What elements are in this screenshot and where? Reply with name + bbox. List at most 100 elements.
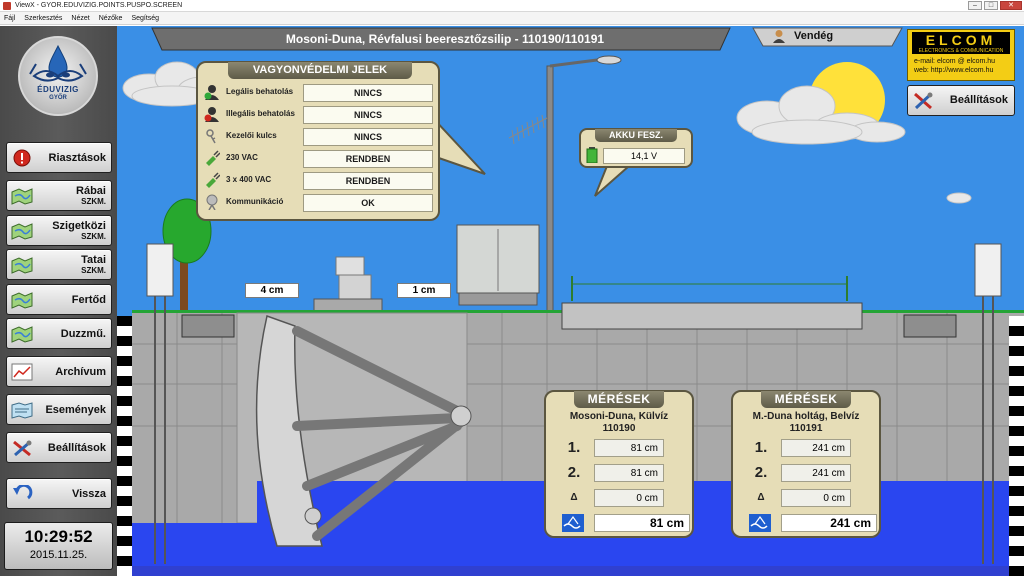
sidebar-item-rabai[interactable]: Rábai SZKM. [6, 180, 112, 211]
security-value: OK [303, 194, 433, 212]
battery-panel-title: AKKU FESZ. [595, 129, 677, 142]
menu-view[interactable]: Nézet [71, 15, 89, 22]
measurement-key: Δ [570, 492, 578, 503]
user-badge[interactable]: Vendég [752, 27, 902, 45]
map-icon [11, 292, 33, 309]
measurement-value: 81 cm [594, 464, 664, 482]
elcom-email: e-mail: elcom @ elcom.hu [914, 58, 996, 65]
map-icon [11, 223, 33, 240]
menu-file[interactable]: Fájl [4, 15, 15, 22]
menu-viewer[interactable]: Nézőke [99, 15, 123, 22]
measurement-key: 1. [567, 439, 581, 456]
sidebar-item-alarms[interactable]: Riasztások [6, 142, 112, 173]
page-header: Mosoni-Duna, Révfalusi beeresztőzsilip -… [152, 28, 738, 50]
logo-name: ÉDUVIZIG [37, 85, 79, 94]
sidebar-item-back[interactable]: Vissza [6, 478, 112, 509]
sidebar-item-label: Fertőd [71, 293, 106, 306]
lamp-pole [546, 65, 554, 315]
clock: 10:29:52 2015.11.25. [4, 522, 113, 570]
security-value: NINCS [303, 128, 433, 146]
window-controls: – □ ✕ [968, 1, 1022, 10]
window-title: ViewX - GYOR.EDUVIZIG.POINTS.PUSPO.SCREE… [15, 2, 183, 9]
checker-strip-left [117, 316, 132, 576]
level-left-readout: 4 cm [245, 283, 299, 298]
back-arrow-icon [13, 485, 33, 500]
battery-panel: AKKU FESZ. 14,1 V [579, 128, 693, 168]
security-row: 3 x 400 VAC RENDBEN [202, 172, 436, 190]
sidebar-item-label: Szigetközi [52, 220, 106, 232]
security-label: Legális behatolás [226, 87, 294, 96]
measurement-value: 0 cm [594, 489, 664, 507]
sidebar-item-tatai[interactable]: Tatai SZKM. [6, 249, 112, 280]
events-icon [11, 402, 33, 419]
keys-icon [206, 129, 216, 144]
security-panel-title: VAGYONVÉDELMI JELEK [228, 62, 412, 79]
measurement-key: Δ [757, 492, 765, 503]
settings-button[interactable]: Beállítások [907, 85, 1015, 116]
sidebar-item-archive[interactable]: Archívum [6, 356, 112, 387]
sidebar-item-events[interactable]: Események [6, 394, 112, 425]
eduvizig-logo: ÉDUVIZIG GYŐR [18, 36, 98, 116]
menu-edit[interactable]: Szerkesztés [24, 15, 62, 22]
logo-emblem-icon [29, 44, 87, 82]
security-row: Legális behatolás NINCS [202, 84, 436, 102]
measurement-result: 241 cm [781, 514, 877, 532]
measurement-key: 2. [754, 464, 768, 481]
gate-mechanism [338, 274, 372, 300]
security-value: RENDBEN [303, 150, 433, 168]
menubar: Fájl Szerkesztés Nézet Nézőke Segítség [0, 12, 1024, 25]
window-titlebar: ViewX - GYOR.EDUVIZIG.POINTS.PUSPO.SCREE… [0, 0, 1024, 12]
sidebar-item-szigetkozi[interactable]: Szigetközi SZKM. [6, 215, 112, 246]
measurement-result: 81 cm [594, 514, 690, 532]
map-icon [11, 188, 33, 205]
maximize-button[interactable]: □ [984, 1, 998, 10]
measurement-key: 1. [754, 439, 768, 456]
measurement-row: 1. 81 cm [552, 438, 692, 458]
security-label: 230 VAC [226, 153, 258, 162]
gate-pivot [450, 405, 472, 427]
close-button[interactable]: ✕ [1000, 1, 1022, 10]
clock-time: 10:29:52 [24, 527, 93, 546]
security-label: 3 x 400 VAC [226, 175, 272, 184]
menu-help[interactable]: Segítség [131, 15, 159, 22]
water-bottom [132, 566, 1024, 576]
sidebar-item-duzzmu[interactable]: Duzzmű. [6, 318, 112, 349]
security-panel: VAGYONVÉDELMI JELEK Legális behatolás NI… [196, 61, 440, 221]
user-name: Vendég [794, 30, 834, 42]
security-row: 230 VAC RENDBEN [202, 150, 436, 168]
measurement-result-row: 81 cm [552, 513, 692, 533]
measurement-value: 81 cm [594, 439, 664, 457]
measurement-title: MÉRÉSEK [574, 391, 664, 408]
elcom-web: web: http://www.elcom.hu [914, 67, 994, 74]
sidebar-item-settings[interactable]: Beállítások [6, 432, 112, 463]
security-label: Kezelői kulcs [226, 131, 277, 140]
akku-callout-tail [594, 165, 632, 197]
level-sensor-left [146, 243, 174, 297]
measurement-panel-inner: MÉRÉSEK M.-Duna holtág, Belvíz 110191 1.… [731, 390, 881, 538]
battery-icon [586, 147, 598, 163]
water-level-icon [562, 514, 584, 532]
sidebar-item-label: Rábai [76, 185, 106, 197]
gate-hinge [304, 507, 322, 525]
level-sensor-right [974, 243, 1002, 297]
measurement-name: M.-Duna holtág, Belvíz [752, 411, 860, 422]
sidebar-item-sublabel: SZKM. [81, 266, 106, 275]
lamp-head [596, 55, 622, 65]
elcom-logo: ELCOM ELECTRONICS & COMMUNICATION e-mail… [907, 29, 1015, 81]
intruder-illegal-icon [204, 107, 219, 122]
measurement-panel-outer: MÉRÉSEK Mosoni-Duna, Külvíz 110190 1. 81… [544, 390, 694, 538]
tools-icon [914, 92, 933, 110]
measurement-row: Δ 0 cm [552, 488, 692, 508]
battery-voltage: 14,1 V [603, 148, 685, 164]
user-icon [773, 30, 785, 43]
intruder-legal-icon [204, 85, 219, 100]
plug-icon [206, 150, 220, 166]
measurement-row: 2. 241 cm [739, 463, 879, 483]
minimize-button[interactable]: – [968, 1, 982, 10]
measurement-name: Mosoni-Duna, Külvíz [569, 411, 669, 422]
settings-button-label: Beállítások [949, 94, 1008, 106]
security-row: Kezelői kulcs NINCS [202, 128, 436, 146]
sidebar-item-fertod[interactable]: Fertőd [6, 284, 112, 315]
antenna [508, 114, 548, 145]
measurement-code: 110190 [602, 423, 636, 434]
